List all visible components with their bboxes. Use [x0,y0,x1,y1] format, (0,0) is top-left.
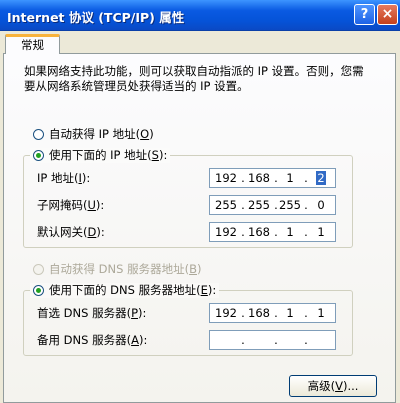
octet[interactable]: 255 [278,198,302,212]
octet[interactable]: 168 [247,171,271,185]
octet-selected[interactable]: 2 [309,171,333,185]
window-title: Internet 协议 (TCP/IP) 属性 [7,10,185,25]
title-bar[interactable]: Internet 协议 (TCP/IP) 属性 ? × [0,0,400,31]
preferred-dns-field[interactable]: 192. 168. 1. 1 [209,303,336,323]
ip-address-label: IP 地址(I): [37,171,91,185]
help-icon: ? [360,7,369,22]
auto-dns-radio [33,264,44,275]
auto-ip-hotkey: O [140,127,150,141]
tab-label: 常规 [21,38,44,52]
octet[interactable]: 1 [278,171,302,185]
tab-general[interactable]: 常规 [5,34,60,54]
octet[interactable]: 1 [278,225,302,239]
manual-dns-hotkey: E [200,283,208,297]
auto-ip-option[interactable]: 自动获得 IP 地址(O) [33,127,154,142]
close-button[interactable]: × [377,4,398,25]
auto-dns-option: 自动获得 DNS 服务器地址(B) [33,262,201,277]
close-icon: × [381,6,394,22]
octet[interactable]: 168 [247,225,271,239]
octet[interactable]: 255 [247,198,271,212]
manual-ip-radio[interactable] [33,150,44,161]
auto-ip-label: 自动获得 IP 地址 [49,127,136,141]
octet[interactable]: 192 [214,306,238,320]
octet[interactable]: 1 [278,306,302,320]
gateway-field[interactable]: 192. 168. 1. 1 [209,222,336,242]
auto-ip-radio[interactable] [33,129,44,140]
octet-dot: . [274,333,278,347]
alternate-dns-label: 备用 DNS 服务器(A): [37,333,148,347]
octet-dot: . [304,333,308,347]
octet[interactable]: 1 [309,225,333,239]
octet-dot: . [241,198,245,212]
octet[interactable]: 192 [214,225,238,239]
preferred-dns-label: 首选 DNS 服务器(P): [37,306,147,320]
octet[interactable]: 255 [214,198,238,212]
subnet-mask-label: 子网掩码(U): [37,198,105,212]
ip-address-field[interactable]: 192. 168. 1. 2 [209,168,336,188]
advanced-button[interactable]: 高级(V)... [289,375,377,397]
octet[interactable]: 0 [309,198,333,212]
octet[interactable]: 192 [214,171,238,185]
subnet-mask-field[interactable]: 255. 255. 255. 0 [209,195,336,215]
help-button[interactable]: ? [354,4,375,25]
manual-dns-radio[interactable] [33,285,44,296]
octet-dot: . [241,306,245,320]
octet-dot: . [241,171,245,185]
alternate-dns-field[interactable]: . . . [209,330,336,350]
manual-dns-label: 使用下面的 DNS 服务器地址 [49,283,197,297]
manual-ip-label: 使用下面的 IP 地址 [49,148,148,162]
manual-ip-option[interactable]: 使用下面的 IP 地址(S): [30,148,171,163]
octet-dot: . [241,333,245,347]
auto-dns-label: 自动获得 DNS 服务器地址(B) [49,262,202,276]
octet[interactable]: 1 [309,306,333,320]
intro-text: 如果网络支持此功能，则可以获取自动指派的 IP 设置。否则，您需要从网络系统管理… [24,64,364,93]
manual-dns-option[interactable]: 使用下面的 DNS 服务器地址(E): [30,283,220,298]
octet-dot: . [241,225,245,239]
octet[interactable]: 168 [247,306,271,320]
gateway-label: 默认网关(D): [37,225,105,239]
manual-ip-hotkey: S [151,148,159,162]
